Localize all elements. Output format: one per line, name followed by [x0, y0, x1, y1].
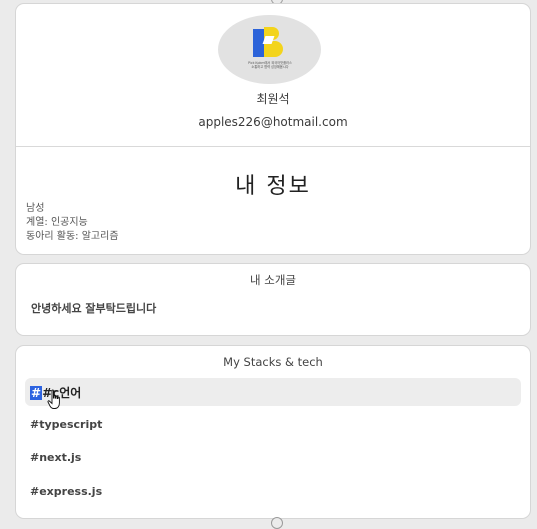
stack-item[interactable]: #typescript [30, 418, 102, 431]
logo-caption: Pick Kpkm에서 외국어맛플러스 소통하고 협력 성장해봅시다 [248, 61, 292, 69]
my-info-title: 내 정보 [235, 174, 311, 199]
stacks-card: My Stacks & tech ##c언어 #typescript #next… [15, 345, 531, 519]
info-gender: 남성 [26, 203, 45, 214]
intro-title: 내 소개글 [250, 273, 296, 287]
stacks-title: My Stacks & tech [223, 355, 323, 369]
stack-item[interactable]: #express.js [30, 485, 102, 498]
stack-item-active[interactable]: ##c언어 [25, 378, 521, 406]
profile-email: apples226@hotmail.com [198, 115, 348, 129]
avatar[interactable]: Pick Kpkm에서 외국어맛플러스 소통하고 협력 성장해봅시다 [218, 15, 321, 84]
intro-card: 내 소개글 안녕하세요 잘부탁드립니다 [15, 263, 531, 336]
intro-text[interactable]: 안녕하세요 잘부탁드립니다 [31, 300, 156, 316]
app-logo-icon [253, 27, 287, 57]
info-club: 동아리 활동: 알고리즘 [26, 231, 119, 242]
hand-pointer-icon [47, 389, 60, 409]
info-major: 계열: 인공지능 [26, 217, 88, 228]
profile-name: 최원석 [256, 92, 290, 106]
profile-card: Pick Kpkm에서 외국어맛플러스 소통하고 협력 성장해봅시다 최원석 a… [15, 3, 531, 255]
stack-item[interactable]: #next.js [30, 451, 81, 464]
divider [16, 146, 530, 147]
text-selection: # [30, 386, 43, 400]
bottom-resize-handle[interactable] [271, 517, 283, 529]
